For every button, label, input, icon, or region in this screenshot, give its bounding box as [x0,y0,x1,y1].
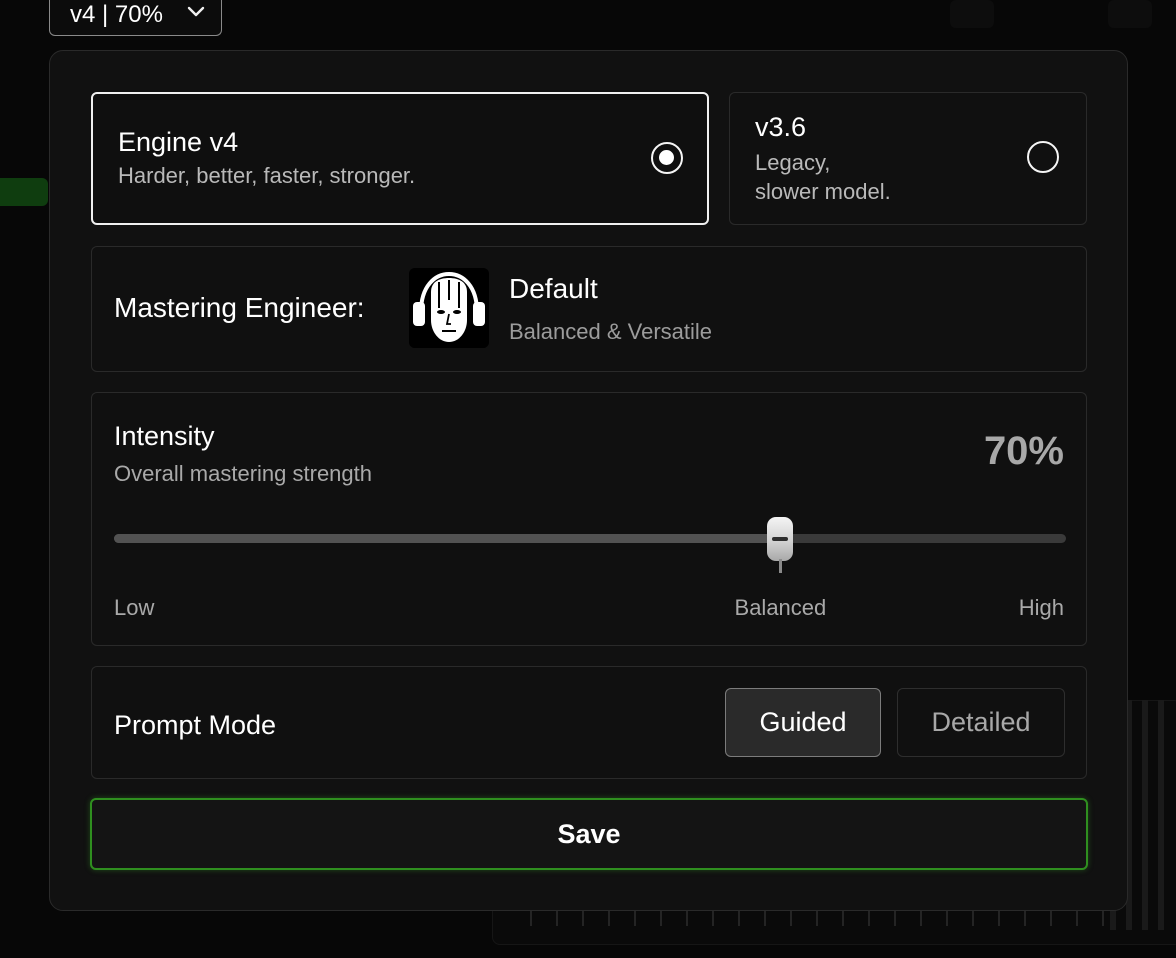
engine-v4-radio[interactable] [651,142,683,174]
page: v4 | 70% Engine v4 Harder, better, faste… [0,0,1176,958]
intensity-low-label: Low [114,595,155,620]
fader-stem [778,559,782,573]
engine-subtitle-line2: slower model. [755,179,891,204]
engine-v3-6-radio[interactable] [1027,141,1059,173]
mastering-engineer-row[interactable]: Mastering Engineer: Default Balanced & V… [91,246,1087,372]
intensity-slider-fill [114,534,781,543]
engine-subtitle-line1: Legacy, [755,150,831,175]
version-selector[interactable]: v4 | 70% [49,0,222,36]
mastering-engineer-label: Mastering Engineer: [114,292,365,323]
save-button[interactable]: Save [90,798,1088,870]
intensity-high-label: High [1018,595,1064,620]
background-tab [950,0,994,28]
fader-knob [767,517,794,561]
engine-option-v3-6[interactable]: v3.6 Legacy, slower model. [729,92,1087,225]
engine-title: v3.6 [755,112,807,142]
engine-option-v4[interactable]: Engine v4 Harder, better, faster, strong… [91,92,709,225]
background-tab [1108,0,1152,28]
mastering-engineer-name: Default [509,273,598,304]
background-badge [0,178,48,206]
prompt-mode-label: Prompt Mode [114,710,277,740]
chevron-down-icon [187,6,205,17]
intensity-subtitle: Overall mastering strength [114,461,372,486]
prompt-mode-row: Prompt Mode Guided Detailed [91,666,1087,779]
engine-title: Engine v4 [118,127,239,157]
mastering-engineer-description: Balanced & Versatile [509,319,713,344]
prompt-mode-guided-button[interactable]: Guided [725,688,881,757]
intensity-value: 70% [983,429,1064,473]
intensity-balanced-label: Balanced [734,595,827,620]
engine-subtitle: Harder, better, faster, stronger. [118,163,416,188]
intensity-section: Intensity Overall mastering strength 70%… [91,392,1087,646]
version-selector-label: v4 | 70% [70,0,163,28]
settings-panel: Engine v4 Harder, better, faster, strong… [49,50,1128,911]
intensity-slider-track[interactable] [114,534,1066,543]
radio-selected-dot [659,150,674,165]
intensity-slider-handle[interactable] [767,517,794,577]
intensity-title: Intensity [114,421,215,451]
prompt-mode-detailed-button[interactable]: Detailed [897,688,1065,757]
headphones-face-icon [409,268,489,348]
